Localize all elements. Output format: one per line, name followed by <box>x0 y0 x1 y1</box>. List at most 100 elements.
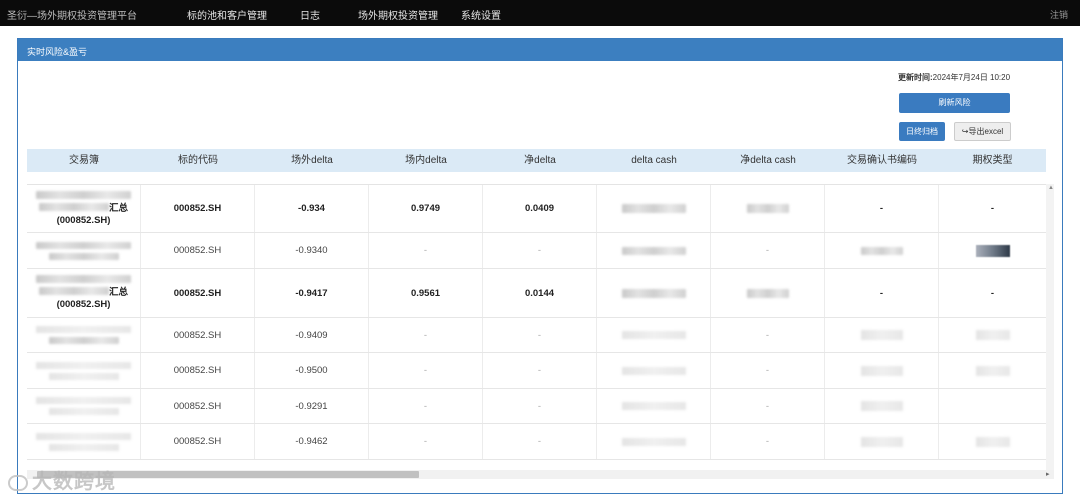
daily-archive-button[interactable]: 日终归档 <box>899 122 945 141</box>
col-header-book[interactable]: 交易簿 <box>27 149 141 172</box>
net-delta-cash-cell: - <box>711 318 825 352</box>
book-cell <box>27 389 141 423</box>
book-cell <box>27 318 141 352</box>
col-header-confirmation-code[interactable]: 交易确认书编码 <box>825 149 939 172</box>
col-header-net-delta[interactable]: 净delta <box>483 149 597 172</box>
update-time-value: 2024年7月24日 10:20 <box>932 73 1011 82</box>
code-cell: 000852.SH <box>141 318 255 352</box>
risk-pnl-panel: 实时风险&盈亏 更新时间:2024年7月24日 10:20 刷新风险 日终归档 … <box>17 38 1063 494</box>
logout-link[interactable]: 注销 <box>1050 8 1068 21</box>
table-row: 000852.SH -0.9291 - - - <box>27 389 1046 424</box>
book-suffix: 汇总 <box>108 202 128 214</box>
top-navbar: 圣衍—场外期权投资管理平台 标的池和客户管理 日志 场外期权投资管理 系统设置 … <box>0 0 1080 26</box>
horizontal-scrollbar[interactable] <box>27 470 1054 479</box>
table-row: 000852.SH -0.9500 - - - <box>27 353 1046 389</box>
col-header-otc-delta[interactable]: 场外delta <box>255 149 369 172</box>
net-delta-cash-cell: - <box>711 353 825 388</box>
net-delta-cell: - <box>483 233 597 268</box>
exchange-delta-cell: - <box>369 353 483 388</box>
vertical-scrollbar[interactable] <box>1046 184 1054 471</box>
option-type-cell: - <box>990 203 995 214</box>
otc-delta-cell: -0.934 <box>255 185 369 232</box>
otc-delta-cell: -0.9291 <box>255 389 369 423</box>
delta-cash-cell <box>597 185 711 232</box>
code-cell: 000852.SH <box>141 233 255 268</box>
code-cell: 000852.SH <box>141 185 255 232</box>
exchange-delta-cell: - <box>369 318 483 352</box>
net-delta-cash-cell: - <box>711 389 825 423</box>
option-type-cell <box>939 424 1046 459</box>
exchange-delta-cell: 0.9561 <box>369 269 483 317</box>
col-header-option-type[interactable]: 期权类型 <box>939 149 1046 172</box>
update-time: 更新时间:2024年7月24日 10:20 <box>898 72 1010 83</box>
delta-cash-cell <box>597 424 711 459</box>
delta-cash-cell <box>597 389 711 423</box>
otc-delta-cell: -0.9340 <box>255 233 369 268</box>
option-type-cell: - <box>990 287 995 299</box>
table-row: 000852.SH -0.9409 - - - <box>27 318 1046 353</box>
exchange-delta-cell: - <box>369 233 483 268</box>
book-cell <box>27 353 141 388</box>
book-code: (000852.SH) <box>56 214 111 226</box>
confirmation-code-cell <box>825 389 939 423</box>
book-cell: 汇总 (000852.SH) <box>27 269 141 317</box>
export-excel-button[interactable]: ↪导出excel <box>954 122 1011 141</box>
confirmation-code-cell <box>825 233 939 268</box>
net-delta-cell: - <box>483 318 597 352</box>
net-delta-cell: 0.0144 <box>483 269 597 317</box>
redacted-text <box>36 190 131 199</box>
net-delta-cash-cell <box>711 269 825 317</box>
book-cell <box>27 424 141 459</box>
delta-cash-cell <box>597 318 711 352</box>
panel-title: 实时风险&盈亏 <box>18 39 1062 61</box>
redacted-text <box>38 202 109 211</box>
nav-item-otc-management[interactable]: 场外期权投资管理 <box>358 7 438 22</box>
book-cell: 汇总 (000852.SH) <box>27 185 141 232</box>
net-delta-cell: - <box>483 424 597 459</box>
confirmation-code-cell: - <box>825 185 939 232</box>
confirmation-code-cell <box>825 318 939 352</box>
nav-item-log[interactable]: 日志 <box>300 7 320 22</box>
confirmation-code-cell <box>825 424 939 459</box>
option-type-cell <box>939 233 1046 268</box>
col-header-exchange-delta[interactable]: 场内delta <box>369 149 483 172</box>
update-time-label: 更新时间: <box>898 73 933 82</box>
book-cell <box>27 233 141 268</box>
scroll-right-arrow-icon[interactable]: ▸ <box>1046 470 1050 478</box>
net-delta-cash-cell: - <box>711 233 825 268</box>
refresh-risk-button[interactable]: 刷新风险 <box>899 93 1010 113</box>
scroll-up-arrow-icon[interactable]: ▲ <box>1048 185 1054 191</box>
net-delta-cell: - <box>483 389 597 423</box>
net-delta-cell: 0.0409 <box>483 185 597 232</box>
table-row: 000852.SH -0.9340 - - - <box>27 233 1046 269</box>
nav-item-underlying-pool[interactable]: 标的池和客户管理 <box>187 7 267 22</box>
code-cell: 000852.SH <box>141 353 255 388</box>
net-delta-cash-cell <box>711 185 825 232</box>
nav-item-system-settings[interactable]: 系统设置 <box>461 7 501 22</box>
table-header: 交易簿 标的代码 场外delta 场内delta 净delta delta ca… <box>27 149 1046 172</box>
code-cell: 000852.SH <box>141 389 255 423</box>
option-type-cell <box>939 318 1046 352</box>
col-header-net-delta-cash[interactable]: 净delta cash <box>711 149 825 172</box>
export-excel-label: 导出excel <box>968 127 1004 136</box>
watermark-logo-icon <box>8 474 28 491</box>
col-header-delta-cash[interactable]: delta cash <box>597 149 711 172</box>
otc-delta-cell: -0.9462 <box>255 424 369 459</box>
delta-cash-cell <box>597 353 711 388</box>
code-cell: 000852.SH <box>141 424 255 459</box>
table-body[interactable]: 汇总 (000852.SH) 000852.SH -0.934 0.9749 0… <box>27 184 1054 460</box>
col-header-code[interactable]: 标的代码 <box>141 149 255 172</box>
otc-delta-cell: -0.9417 <box>255 269 369 317</box>
net-delta-cell: - <box>483 353 597 388</box>
table-row: 汇总 (000852.SH) 000852.SH -0.934 0.9749 0… <box>27 185 1046 233</box>
watermark: 大数跨境 <box>8 465 116 494</box>
code-cell: 000852.SH <box>141 269 255 317</box>
brand-title: 圣衍—场外期权投资管理平台 <box>7 11 137 22</box>
watermark-text: 大数跨境 <box>32 471 116 493</box>
book-suffix: 汇总 <box>108 287 128 298</box>
exchange-delta-cell: - <box>369 389 483 423</box>
confirmation-code-cell: - <box>825 269 939 317</box>
exchange-delta-cell: - <box>369 424 483 459</box>
option-type-cell <box>939 353 1046 388</box>
confirmation-code-cell <box>825 353 939 388</box>
